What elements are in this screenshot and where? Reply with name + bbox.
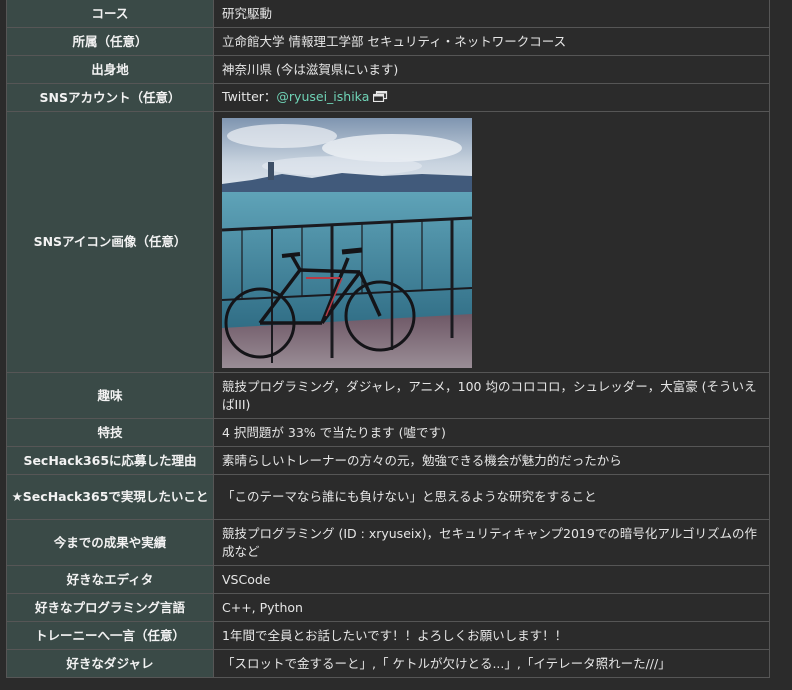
row-value: Twitter：@ryusei_ishika bbox=[213, 83, 770, 112]
profile-table: コース 研究駆動 所属（任意） 立命館大学 情報理工学部 セキュリティ・ネットワ… bbox=[6, 0, 770, 678]
table-row-affiliation: 所属（任意） 立命館大学 情報理工学部 セキュリティ・ネットワークコース bbox=[6, 27, 770, 56]
table-row-goal: ★SecHack365で実現したいこと 「このテーマなら誰にも負けない」と思える… bbox=[6, 474, 770, 520]
row-value: 研究駆動 bbox=[213, 0, 770, 28]
row-label: SecHack365に応募した理由 bbox=[6, 446, 214, 475]
table-row-hometown: 出身地 神奈川県 (今は滋賀県にいます) bbox=[6, 55, 770, 84]
table-row-editor: 好きなエディタ VSCode bbox=[6, 565, 770, 594]
row-label: SNSアイコン画像（任意） bbox=[6, 111, 214, 373]
row-value: 素晴らしいトレーナーの方々の元，勉強できる機会が魅力的だったから bbox=[213, 446, 770, 475]
table-row-course: コース 研究駆動 bbox=[6, 0, 770, 28]
table-row-sns-icon: SNSアイコン画像（任意） bbox=[6, 111, 770, 373]
row-label: 今までの成果や実績 bbox=[6, 519, 214, 566]
row-label: ★SecHack365で実現したいこと bbox=[6, 474, 214, 520]
row-value: 神奈川県 (今は滋賀県にいます) bbox=[213, 55, 770, 84]
row-label: SNSアカウント（任意） bbox=[6, 83, 214, 112]
row-value: 「スロットで金するーと」,「 ケトルが欠けとる...」,「イテレータ照れーた//… bbox=[213, 649, 770, 678]
table-row-reason: SecHack365に応募した理由 素晴らしいトレーナーの方々の元，勉強できる機… bbox=[6, 446, 770, 475]
row-value: 「このテーマなら誰にも負けない」と思えるような研究をすること bbox=[213, 474, 770, 520]
row-value: 競技プログラミング (ID : xryuseix)，セキュリティキャンプ2019… bbox=[213, 519, 770, 566]
table-row-language: 好きなプログラミング言語 C++, Python bbox=[6, 593, 770, 622]
row-label: 出身地 bbox=[6, 55, 214, 84]
row-value: C++, Python bbox=[213, 593, 770, 622]
row-value: VSCode bbox=[213, 565, 770, 594]
row-value bbox=[213, 111, 770, 373]
sns-prefix: Twitter： bbox=[222, 89, 277, 105]
row-label: 趣味 bbox=[6, 372, 214, 419]
row-label: 好きなダジャレ bbox=[6, 649, 214, 678]
table-row-skill: 特技 4 択問題が 33% で当たります (嘘です) bbox=[6, 418, 770, 447]
table-row-achievements: 今までの成果や実績 競技プログラミング (ID : xryuseix)，セキュリ… bbox=[6, 519, 770, 566]
row-label: 好きなプログラミング言語 bbox=[6, 593, 214, 622]
row-value: 1年間で全員とお話したいです！！よろしくお願いします！！ bbox=[213, 621, 770, 650]
row-value: 4 択問題が 33% で当たります (嘘です) bbox=[213, 418, 770, 447]
row-value: 立命館大学 情報理工学部 セキュリティ・ネットワークコース bbox=[213, 27, 770, 56]
row-value: 競技プログラミング，ダジャレ，アニメ，100 均のコロコロ，シュレッダー，大富豪… bbox=[213, 372, 770, 419]
table-row-pun: 好きなダジャレ 「スロットで金するーと」,「 ケトルが欠けとる...」,「イテレ… bbox=[6, 649, 770, 678]
table-row-hobby: 趣味 競技プログラミング，ダジャレ，アニメ，100 均のコロコロ，シュレッダー，… bbox=[6, 372, 770, 419]
row-label: 所属（任意） bbox=[6, 27, 214, 56]
table-row-message: トレーニーへ一言（任意） 1年間で全員とお話したいです！！よろしくお願いします！… bbox=[6, 621, 770, 650]
bicycle-lake-photo bbox=[222, 117, 472, 368]
row-label: 特技 bbox=[6, 418, 214, 447]
row-label: トレーニーへ一言（任意） bbox=[6, 621, 214, 650]
table-row-sns: SNSアカウント（任意） Twitter：@ryusei_ishika bbox=[6, 83, 770, 112]
row-label: コース bbox=[6, 0, 214, 28]
row-label: 好きなエディタ bbox=[6, 565, 214, 594]
twitter-link[interactable]: @ryusei_ishika bbox=[276, 89, 369, 104]
profile-page: コース 研究駆動 所属（任意） 立命館大学 情報理工学部 セキュリティ・ネットワ… bbox=[0, 0, 792, 690]
external-link-icon[interactable] bbox=[373, 89, 388, 107]
